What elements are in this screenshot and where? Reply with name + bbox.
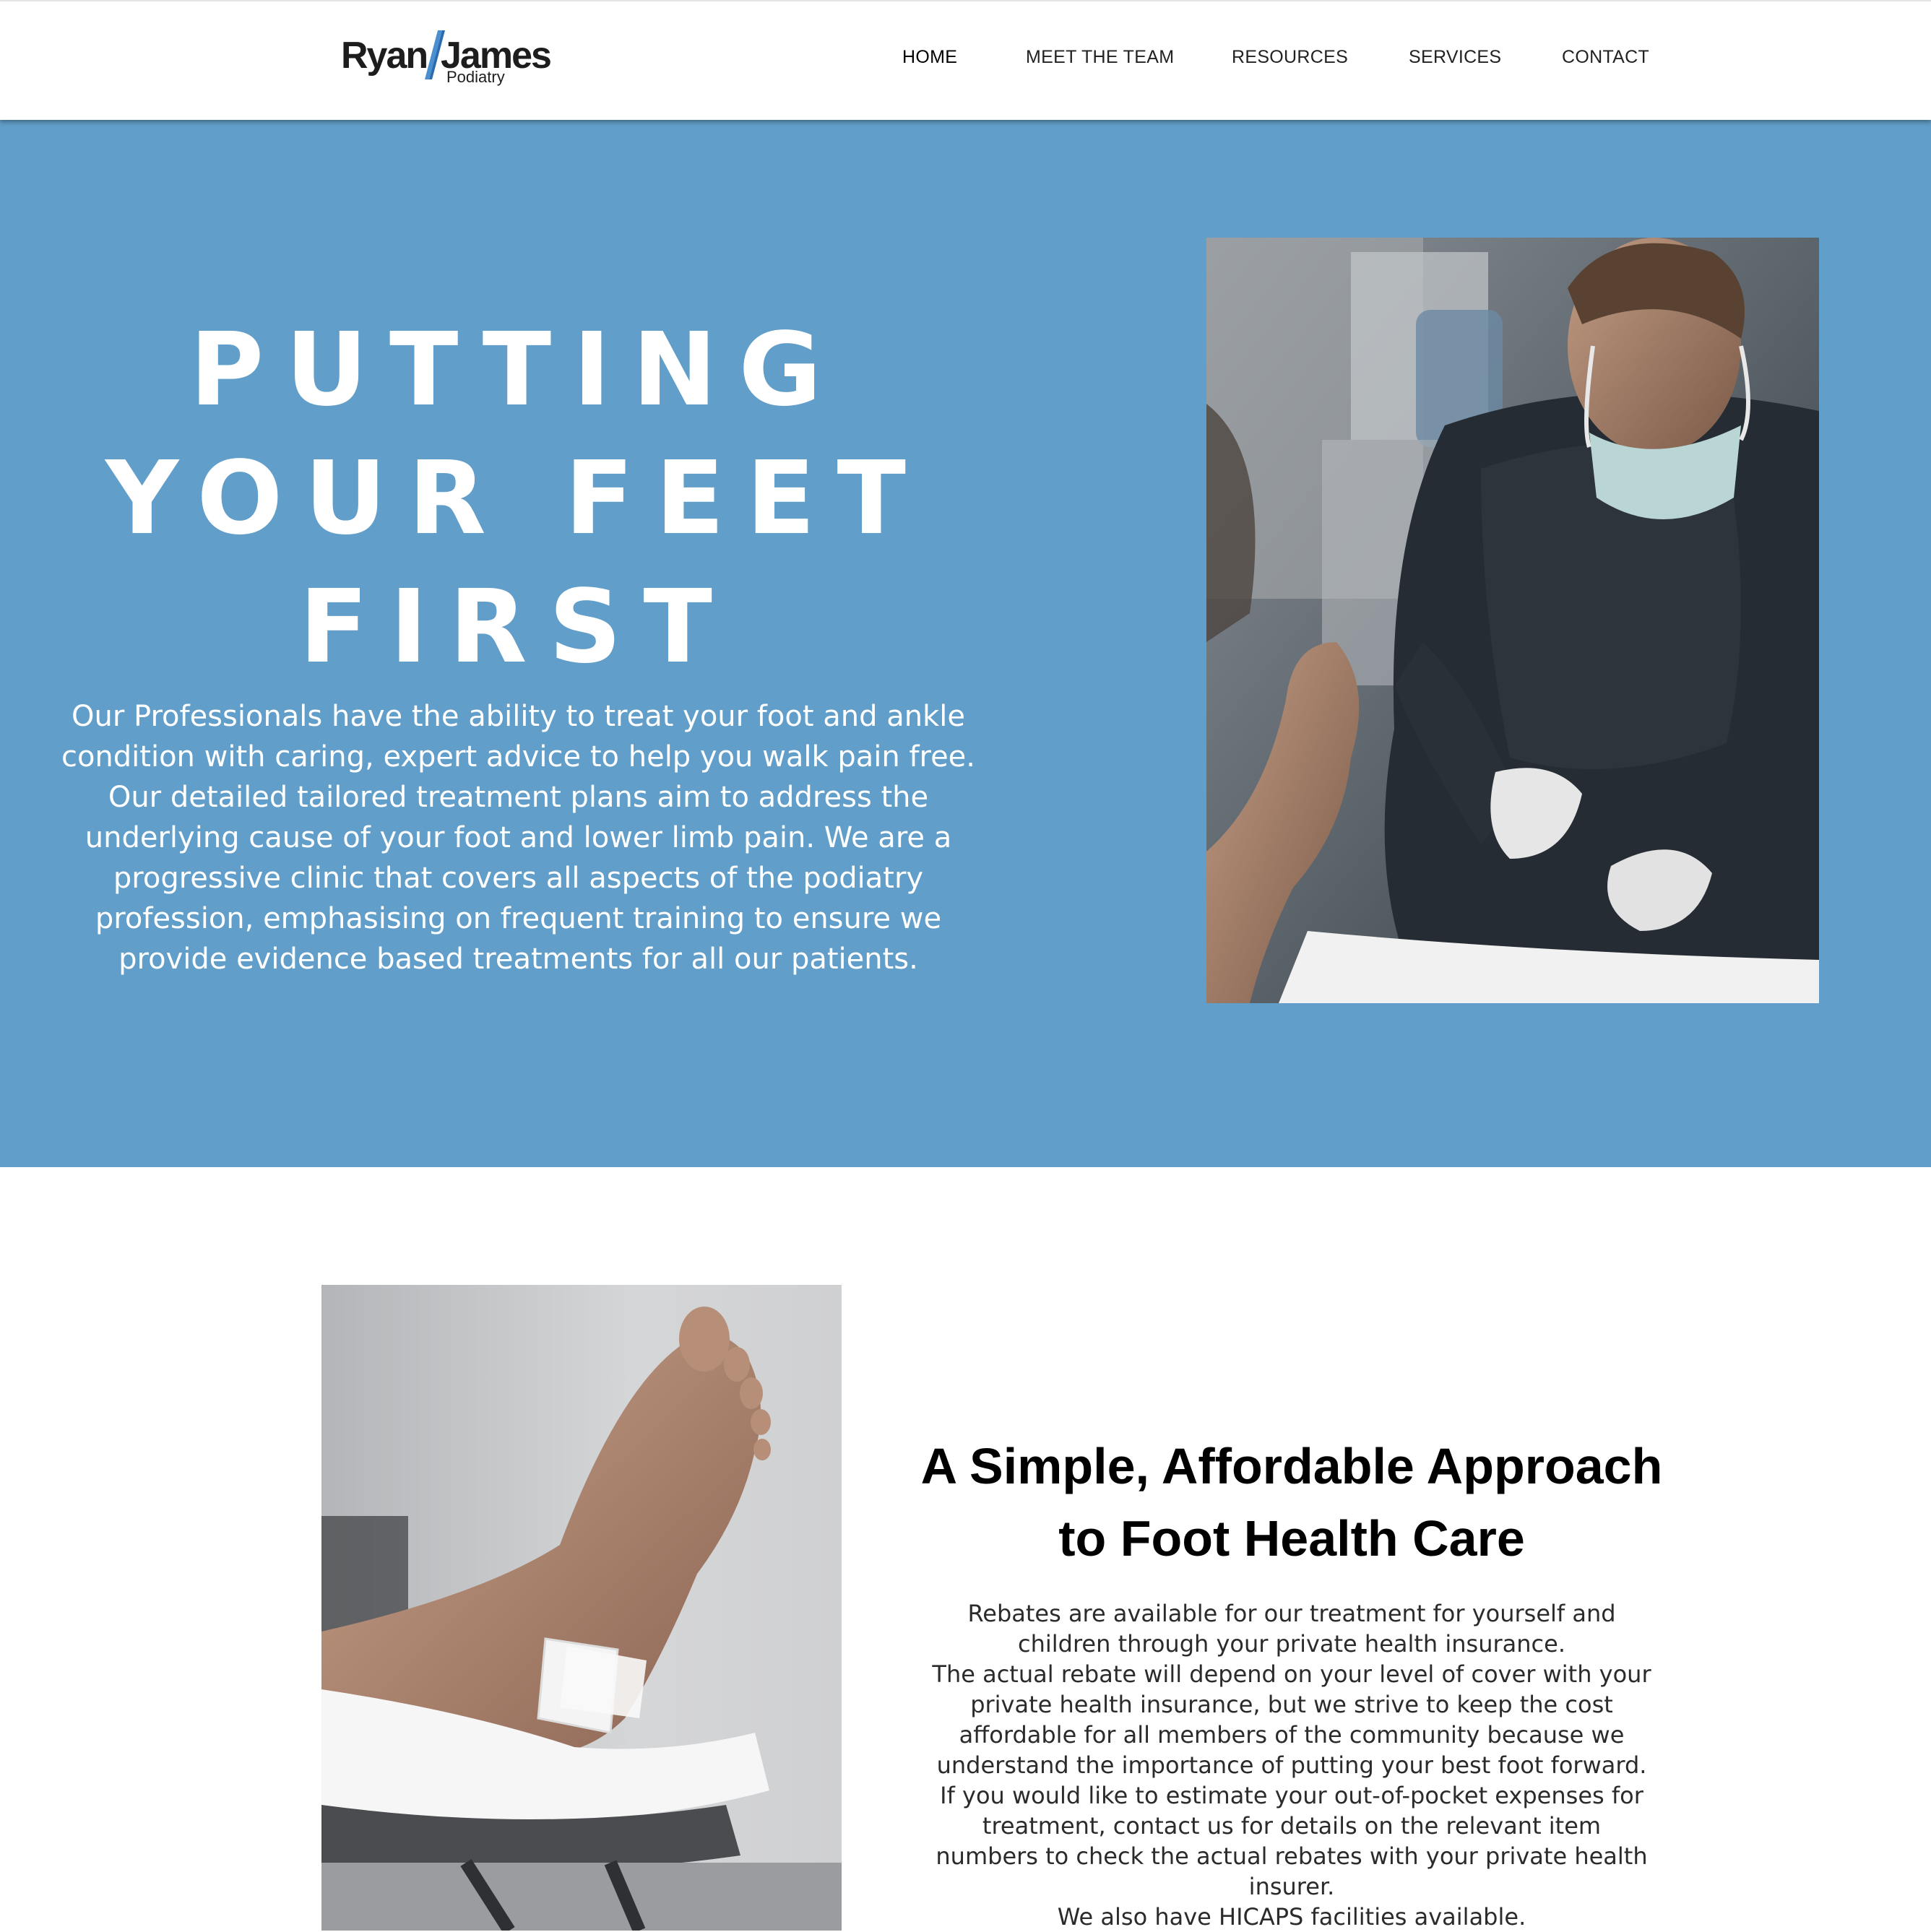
affordable-paragraph: If you would like to estimate your out-o…: [936, 1782, 1648, 1900]
nav-services[interactable]: SERVICES: [1409, 45, 1501, 69]
logo-word-ryan: Ryan: [341, 35, 428, 77]
nav-contact[interactable]: CONTACT: [1562, 45, 1649, 69]
affordable-section-title: A Simple, Affordable Approach to Foot He…: [920, 1438, 1663, 1567]
nav-meet-the-team[interactable]: MEET THE TEAM: [1026, 45, 1174, 69]
hero-title-line: PUTTING: [189, 311, 844, 429]
ryan-james-podiatry-logo[interactable]: Ryan James Podiatry: [340, 30, 552, 90]
site-header: Ryan James Podiatry HOME MEET THE TEAM R…: [0, 0, 1931, 120]
affordable-paragraph: Rebates are available for our treatment …: [967, 1600, 1616, 1658]
nav-resources[interactable]: RESOURCES: [1232, 45, 1348, 69]
logo-subtitle: Podiatry: [446, 68, 505, 86]
hero-title: PUTTING YOUR FEET FIRST: [0, 306, 1033, 692]
podiatrist-treatment-photo: [1206, 238, 1819, 1003]
hero-title-line: FIRST: [299, 568, 734, 686]
affordable-paragraph: We also have HICAPS facilities available…: [1057, 1903, 1526, 1931]
hero-title-line: YOUR FEET: [105, 440, 928, 558]
nav-home[interactable]: HOME: [902, 45, 957, 69]
hero-description: Our Professionals have the ability to tr…: [61, 700, 976, 976]
taped-foot-photo: [321, 1285, 842, 1931]
affordable-section-body: Rebates are available for our treatment …: [932, 1598, 1651, 1932]
affordable-paragraph: The actual rebate will depend on your le…: [932, 1660, 1651, 1779]
